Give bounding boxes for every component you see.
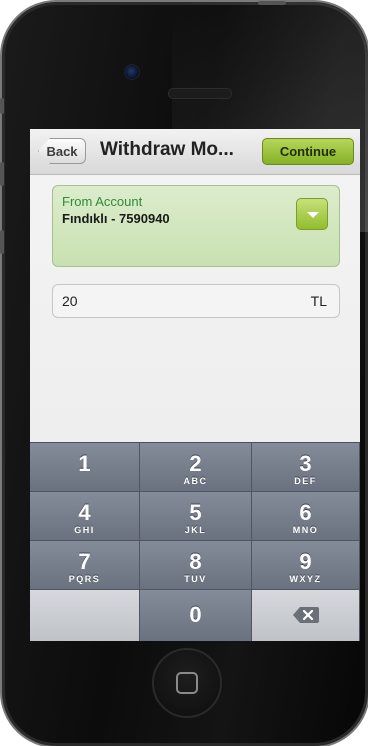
- front-camera: [124, 64, 140, 80]
- backspace-icon: [292, 607, 319, 623]
- volume-down-button: [0, 230, 4, 254]
- key-3[interactable]: 3 DEF: [252, 443, 360, 492]
- delete-key[interactable]: [252, 590, 360, 641]
- key-8[interactable]: 8 TUV: [140, 541, 252, 590]
- key-5-letters: JKL: [184, 525, 207, 535]
- page-title: Withdraw Mo...: [100, 139, 234, 160]
- key-4[interactable]: 4 GHI: [30, 492, 140, 541]
- earpiece-speaker: [168, 88, 232, 99]
- key-blank: [30, 590, 140, 641]
- numeric-keypad: 1 2 ABC 3 DEF 4 GHI 5 JKL 6 MNO 7 PQRS 8: [30, 442, 360, 641]
- amount-currency: TL: [310, 293, 327, 309]
- home-square-icon: [176, 672, 198, 694]
- key-6[interactable]: 6 MNO: [252, 492, 360, 541]
- amount-value: 20: [62, 293, 78, 309]
- key-2-digit: 2: [189, 451, 202, 476]
- key-7-letters: PQRS: [68, 574, 101, 584]
- key-4-letters: GHI: [74, 525, 95, 535]
- key-0[interactable]: 0: [140, 590, 252, 641]
- key-2-letters: ABC: [183, 476, 208, 486]
- key-4-digit: 4: [78, 500, 91, 525]
- key-1[interactable]: 1: [30, 443, 140, 492]
- key-6-letters: MNO: [292, 525, 319, 535]
- silent-switch: [0, 98, 4, 114]
- key-7[interactable]: 7 PQRS: [30, 541, 140, 590]
- from-account-label: From Account: [62, 194, 143, 209]
- app-screen: Back Withdraw Mo... Continue From Accoun…: [30, 129, 360, 641]
- navigation-bar: Back Withdraw Mo... Continue: [30, 129, 360, 175]
- key-9[interactable]: 9 WXYZ: [252, 541, 360, 590]
- key-5[interactable]: 5 JKL: [140, 492, 252, 541]
- key-7-digit: 7: [78, 549, 91, 574]
- from-account-selector[interactable]: From Account Fındıklı - 7590940: [52, 185, 340, 267]
- from-account-value: Fındıklı - 7590940: [62, 211, 170, 226]
- account-dropdown-button[interactable]: [296, 198, 328, 230]
- key-9-digit: 9: [299, 549, 312, 574]
- key-1-digit: 1: [78, 451, 91, 476]
- key-9-letters: WXYZ: [289, 574, 322, 584]
- key-0-digit: 0: [189, 602, 202, 627]
- key-3-digit: 3: [299, 451, 312, 476]
- home-button[interactable]: [152, 648, 222, 718]
- key-6-digit: 6: [299, 500, 312, 525]
- power-button: [258, 1, 286, 5]
- amount-input[interactable]: 20 TL: [52, 284, 340, 318]
- volume-up-button: [0, 162, 4, 186]
- key-8-digit: 8: [189, 549, 202, 574]
- back-button[interactable]: Back: [38, 138, 86, 164]
- key-5-digit: 5: [189, 500, 202, 525]
- chevron-down-icon: [307, 212, 319, 218]
- key-8-letters: TUV: [184, 574, 207, 584]
- key-3-letters: DEF: [294, 476, 317, 486]
- continue-button[interactable]: Continue: [262, 138, 354, 165]
- key-2[interactable]: 2 ABC: [140, 443, 252, 492]
